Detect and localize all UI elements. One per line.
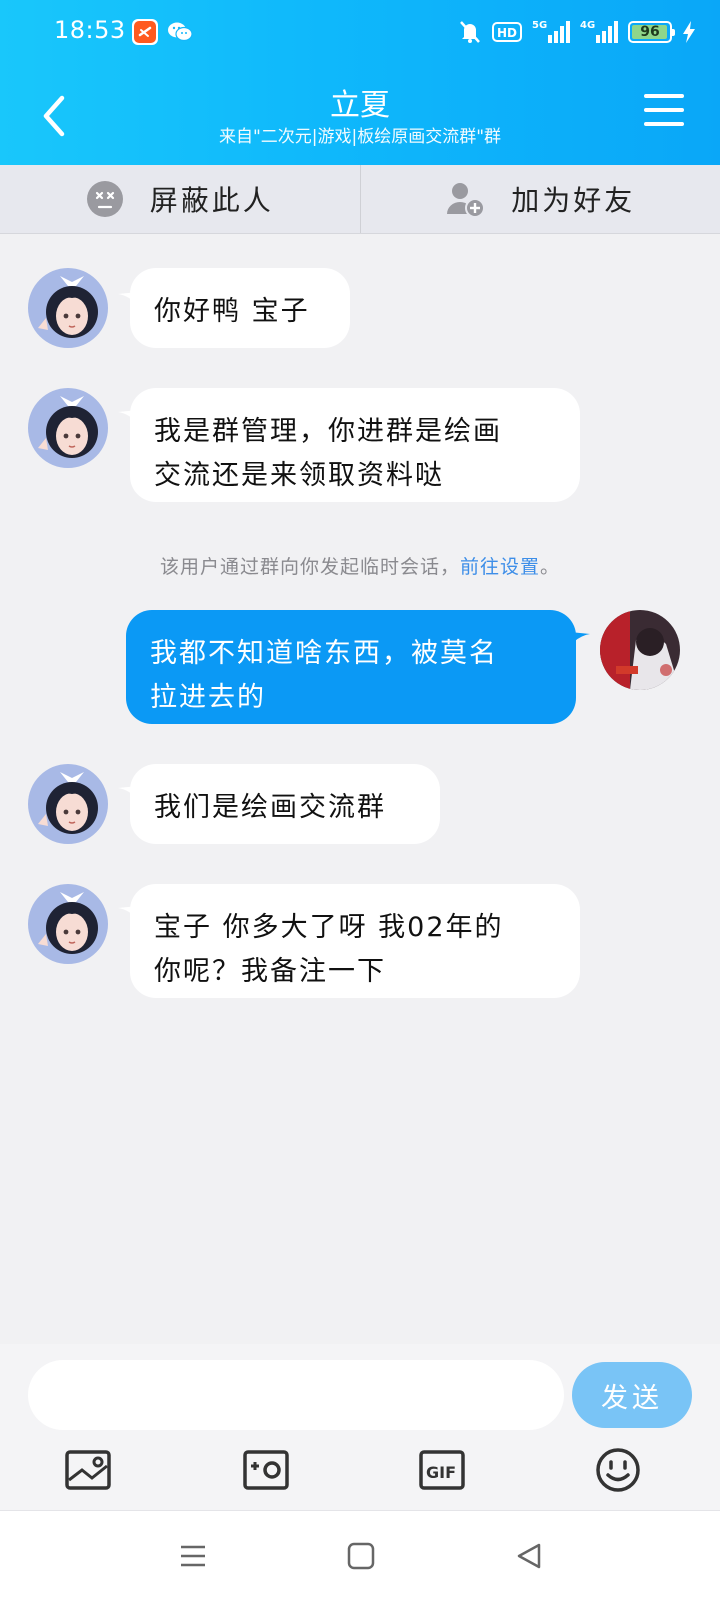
- gif-button[interactable]: GIF: [418, 1448, 466, 1492]
- gif-icon: GIF: [418, 1448, 466, 1492]
- message-input[interactable]: [28, 1360, 564, 1430]
- avatar-other[interactable]: [28, 884, 108, 964]
- camera-button[interactable]: [242, 1448, 290, 1492]
- nav-bar: 立夏 来自"二次元|游戏|板绘原画交流群"群: [0, 70, 720, 165]
- svg-text:GIF: GIF: [426, 1463, 456, 1482]
- triangle-back-icon: [514, 1541, 544, 1571]
- signal-5g-icon: 5G: [532, 19, 570, 45]
- menu-lines-icon: [178, 1541, 208, 1571]
- battery-icon: 96: [628, 21, 672, 43]
- notice-end: 。: [540, 556, 560, 578]
- back-nav-button[interactable]: [514, 1541, 544, 1571]
- recents-button[interactable]: [178, 1541, 208, 1571]
- image-icon: [64, 1448, 112, 1492]
- page-subtitle: 来自"二次元|游戏|板绘原画交流群"群: [0, 122, 720, 147]
- avatar-other[interactable]: [28, 388, 108, 468]
- message-text: 我们是绘画交流群: [154, 792, 386, 823]
- charging-icon: [682, 20, 696, 44]
- message-incoming: 我是群管理，你进群是绘画 交流还是来领取资料哒: [0, 388, 720, 508]
- taobao-app-icon: [132, 19, 158, 45]
- message-text: 你好鸭 宝子: [154, 296, 310, 327]
- avatar-other[interactable]: [28, 764, 108, 844]
- svg-text:5G: 5G: [532, 20, 547, 31]
- avatar-self[interactable]: [600, 610, 680, 690]
- message-text-line: 你呢？我备注一下: [154, 950, 556, 994]
- svg-text:HD: HD: [497, 26, 517, 40]
- block-user-button[interactable]: 屏蔽此人: [0, 165, 360, 233]
- bubble-tail: [570, 632, 590, 652]
- notice-text: 该用户通过群向你发起临时会话，: [160, 556, 460, 578]
- message-text-line: 宝子 你多大了呀 我02年的: [154, 906, 556, 950]
- emoji-button[interactable]: [594, 1448, 642, 1492]
- message-bubble[interactable]: 你好鸭 宝子: [130, 268, 350, 348]
- message-incoming: 你好鸭 宝子: [0, 234, 720, 354]
- add-friend-button[interactable]: 加为好友: [361, 165, 720, 233]
- message-text-line: 我是群管理，你进群是绘画: [154, 410, 556, 454]
- system-navigation-bar: [0, 1510, 720, 1601]
- mute-icon: [458, 19, 482, 45]
- battery-level: 96: [640, 24, 659, 40]
- block-face-icon: [86, 180, 124, 218]
- message-text-line: 拉进去的: [150, 676, 552, 720]
- block-user-label: 屏蔽此人: [150, 179, 274, 219]
- message-outgoing: 我都不知道啥东西，被莫名 拉进去的: [0, 610, 720, 730]
- chat-messages: 你好鸭 宝子 我是群管理，你进群是绘画 交流还是来领取资料哒 该用户通过群向你发…: [0, 234, 720, 1344]
- image-button[interactable]: [64, 1448, 112, 1492]
- status-bar: 18:53 HD 5G: [0, 0, 720, 64]
- signal-4g-icon: 4G: [580, 19, 618, 45]
- home-button[interactable]: [346, 1541, 376, 1571]
- menu-button[interactable]: [644, 94, 684, 128]
- message-bubble[interactable]: 我们是绘画交流群: [130, 764, 440, 844]
- action-row: 屏蔽此人 加为好友: [0, 165, 720, 234]
- message-bubble[interactable]: 宝子 你多大了呀 我02年的 你呢？我备注一下: [130, 884, 580, 998]
- go-settings-link[interactable]: 前往设置: [460, 556, 540, 578]
- status-icons: HD 5G 4G 96: [458, 18, 696, 46]
- camera-icon: [242, 1448, 290, 1492]
- add-friend-label: 加为好友: [511, 179, 635, 219]
- add-person-icon: [445, 180, 485, 218]
- message-bubble[interactable]: 我都不知道啥东西，被莫名 拉进去的: [126, 610, 576, 724]
- chat-header: 18:53 HD 5G: [0, 0, 720, 165]
- svg-text:4G: 4G: [580, 20, 595, 31]
- input-area: 发送 GIF: [0, 1344, 720, 1510]
- page-title: 立夏: [0, 80, 720, 124]
- message-text-line: 我都不知道啥东西，被莫名: [150, 632, 552, 676]
- hamburger-menu-icon: [644, 94, 684, 126]
- status-time: 18:53: [54, 16, 126, 44]
- message-incoming: 宝子 你多大了呀 我02年的 你呢？我备注一下: [0, 884, 720, 1004]
- message-bubble[interactable]: 我是群管理，你进群是绘画 交流还是来领取资料哒: [130, 388, 580, 502]
- message-text-line: 交流还是来领取资料哒: [154, 454, 556, 498]
- square-home-icon: [346, 1541, 376, 1571]
- hd-icon: HD: [492, 21, 522, 43]
- avatar-other[interactable]: [28, 268, 108, 348]
- message-incoming: 我们是绘画交流群: [0, 764, 720, 854]
- temp-session-notice: 该用户通过群向你发起临时会话，前往设置。: [0, 552, 720, 579]
- smiley-icon: [594, 1448, 642, 1496]
- send-button[interactable]: 发送: [572, 1362, 692, 1428]
- wechat-icon: [166, 19, 192, 45]
